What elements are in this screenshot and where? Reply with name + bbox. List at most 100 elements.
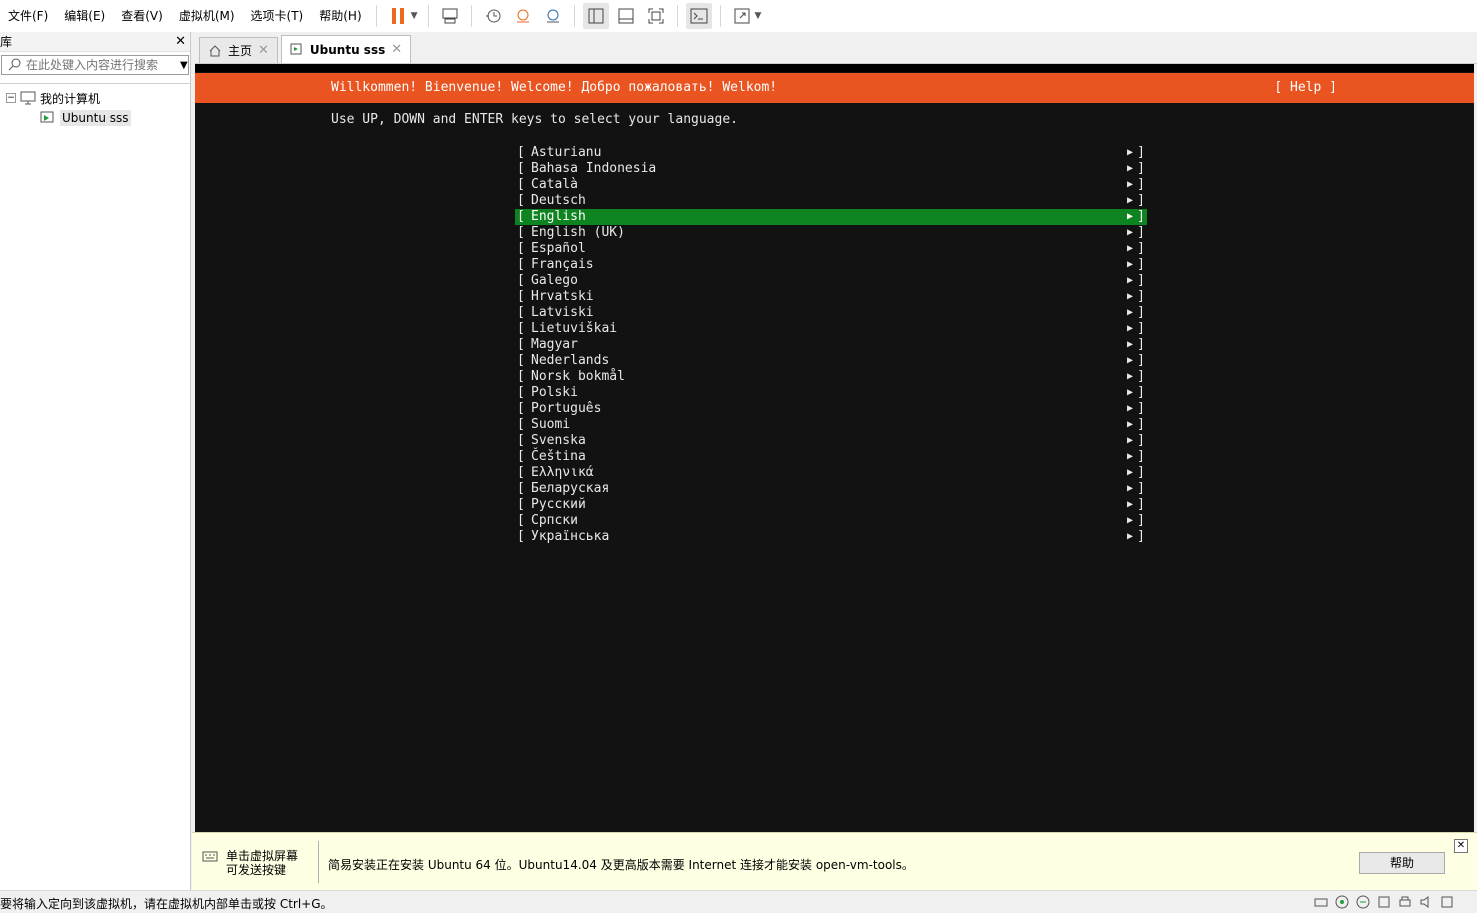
option-bracket-right: ] (1137, 385, 1145, 400)
show-library-button[interactable] (582, 3, 609, 29)
language-option[interactable]: [Galego ▶] (515, 273, 1147, 289)
console-view-button[interactable] (685, 3, 712, 29)
submenu-arrow-icon: ▶ (1126, 163, 1133, 174)
language-option[interactable]: [Svenska ▶] (515, 433, 1147, 449)
language-option[interactable]: [Polski ▶] (515, 385, 1147, 401)
menu-edit[interactable]: 编辑(E) (56, 5, 113, 27)
option-bracket-left: [ (517, 417, 525, 432)
language-name: Suomi (531, 417, 571, 432)
help-button[interactable]: [ Help ] (1274, 73, 1337, 103)
network-icon[interactable] (1355, 894, 1371, 910)
language-name: Français (531, 257, 594, 272)
submenu-arrow-icon: ▶ (1126, 467, 1133, 478)
language-option[interactable]: [Hrvatski ▶] (515, 289, 1147, 305)
language-option[interactable]: [Ελληνικά ▶] (515, 465, 1147, 481)
language-option[interactable]: [Српски ▶] (515, 513, 1147, 529)
language-name: Català (531, 177, 578, 192)
menu-vm[interactable]: 虚拟机(M) (171, 5, 243, 27)
language-option[interactable]: [English (UK) ▶] (515, 225, 1147, 241)
language-option[interactable]: [Português ▶] (515, 401, 1147, 417)
info-bar: 单击虚拟屏幕 可发送按键 简易安装正在安装 Ubuntu 64 位。Ubuntu… (192, 832, 1477, 890)
language-option[interactable]: [Nederlands ▶] (515, 353, 1147, 369)
revert-snapshot-icon (516, 9, 529, 23)
fullscreen-icon (734, 8, 750, 24)
language-name: Українська (531, 529, 610, 544)
language-option[interactable]: [Suomi ▶] (515, 417, 1147, 433)
thumbnail-view-icon (618, 8, 634, 24)
option-bracket-right: ] (1137, 369, 1145, 384)
search-input[interactable] (22, 56, 176, 74)
fit-guest-button[interactable] (643, 3, 669, 29)
hard-disk-icon[interactable] (1313, 894, 1329, 910)
message-icon[interactable] (1439, 894, 1455, 910)
cd-dvd-icon[interactable] (1334, 894, 1350, 910)
pause-dropdown-icon[interactable]: ▼ (411, 11, 418, 21)
language-option[interactable]: [Magyar ▶] (515, 337, 1147, 353)
option-bracket-right: ] (1137, 417, 1145, 432)
tree-label-vm: Ubuntu sss (60, 110, 131, 126)
option-bracket-left: [ (517, 337, 525, 352)
language-name: Bahasa Indonesia (531, 161, 657, 176)
language-option[interactable]: [Bahasa Indonesia ▶] (515, 161, 1147, 177)
submenu-arrow-icon: ▶ (1126, 291, 1133, 302)
language-option[interactable]: [Українська ▶] (515, 529, 1147, 545)
menu-tabs[interactable]: 选项卡(T) (243, 5, 312, 27)
language-option[interactable]: [Norsk bokmål ▶] (515, 369, 1147, 385)
vm-icon (40, 111, 54, 123)
printer-icon[interactable] (1397, 894, 1413, 910)
menu-file[interactable]: 文件(F) (0, 5, 56, 27)
tab-strip: 主页 ✕ Ubuntu sss ✕ (195, 32, 1477, 64)
close-tab-home-icon[interactable]: ✕ (258, 43, 269, 58)
info-help-button[interactable]: 帮助 (1359, 852, 1445, 874)
close-info-icon[interactable]: ✕ (1454, 839, 1468, 853)
language-option[interactable]: [Беларуская ▶] (515, 481, 1147, 497)
thumbnail-view-button[interactable] (613, 3, 639, 29)
toolbar-separator (676, 5, 678, 27)
library-panel: 库 ✕ ▼ − 我的计算机 Ubuntu sss (0, 32, 191, 890)
menu-view[interactable]: 查看(V) (113, 5, 171, 27)
console-top-strip (195, 64, 1474, 72)
tab-ubuntu-sss[interactable]: Ubuntu sss ✕ (280, 35, 412, 63)
language-option[interactable]: [Français ▶] (515, 257, 1147, 273)
language-name: English (531, 209, 586, 224)
snapshot-manager-button[interactable] (540, 3, 566, 29)
library-search[interactable]: ▼ (1, 55, 189, 75)
revert-snapshot-button[interactable] (510, 3, 536, 29)
snapshot-manager-icon (546, 9, 559, 23)
menu-help[interactable]: 帮助(H) (311, 5, 369, 27)
terminal-icon (690, 8, 708, 24)
option-bracket-left: [ (517, 209, 525, 224)
option-bracket-right: ] (1137, 497, 1145, 512)
fullscreen-dropdown-icon[interactable]: ▼ (755, 11, 762, 21)
language-option[interactable]: [Català ▶] (515, 177, 1147, 193)
pause-button[interactable] (385, 3, 411, 29)
language-option[interactable]: [Asturianu ▶] (515, 145, 1147, 161)
install-message: 简易安装正在安装 Ubuntu 64 位。Ubuntu14.04 及更高版本需要… (328, 858, 914, 872)
tab-home[interactable]: 主页 ✕ (199, 37, 278, 63)
language-option[interactable]: [English ▶] (515, 209, 1147, 225)
option-bracket-right: ] (1137, 401, 1145, 416)
close-tab-ubuntu-icon[interactable]: ✕ (391, 42, 402, 57)
option-bracket-right: ] (1137, 433, 1145, 448)
language-option[interactable]: [Čeština ▶] (515, 449, 1147, 465)
send-ctrl-alt-del-button[interactable] (437, 3, 463, 29)
vm-console[interactable]: Willkommen! Bienvenue! Welcome! Добро по… (195, 64, 1474, 832)
toolbar-separator (719, 5, 721, 27)
tree-item-vm[interactable]: Ubuntu sss (0, 108, 190, 128)
library-header: 库 ✕ (0, 32, 190, 52)
snapshot-button[interactable] (480, 3, 506, 29)
tree-item-my-computer[interactable]: − 我的计算机 (0, 88, 190, 108)
language-option[interactable]: [Latviski ▶] (515, 305, 1147, 321)
search-dropdown-icon[interactable]: ▼ (176, 60, 192, 71)
usb-icon[interactable] (1376, 894, 1392, 910)
close-library-icon[interactable]: ✕ (175, 34, 186, 49)
language-option[interactable]: [Lietuviškai ▶] (515, 321, 1147, 337)
option-bracket-left: [ (517, 401, 525, 416)
language-name: Galego (531, 273, 578, 288)
language-option[interactable]: [Deutsch ▶] (515, 193, 1147, 209)
language-option[interactable]: [Español ▶] (515, 241, 1147, 257)
full-screen-button[interactable] (729, 3, 755, 29)
collapse-icon[interactable]: − (6, 93, 16, 103)
sound-icon[interactable] (1418, 894, 1434, 910)
language-option[interactable]: [Русский ▶] (515, 497, 1147, 513)
